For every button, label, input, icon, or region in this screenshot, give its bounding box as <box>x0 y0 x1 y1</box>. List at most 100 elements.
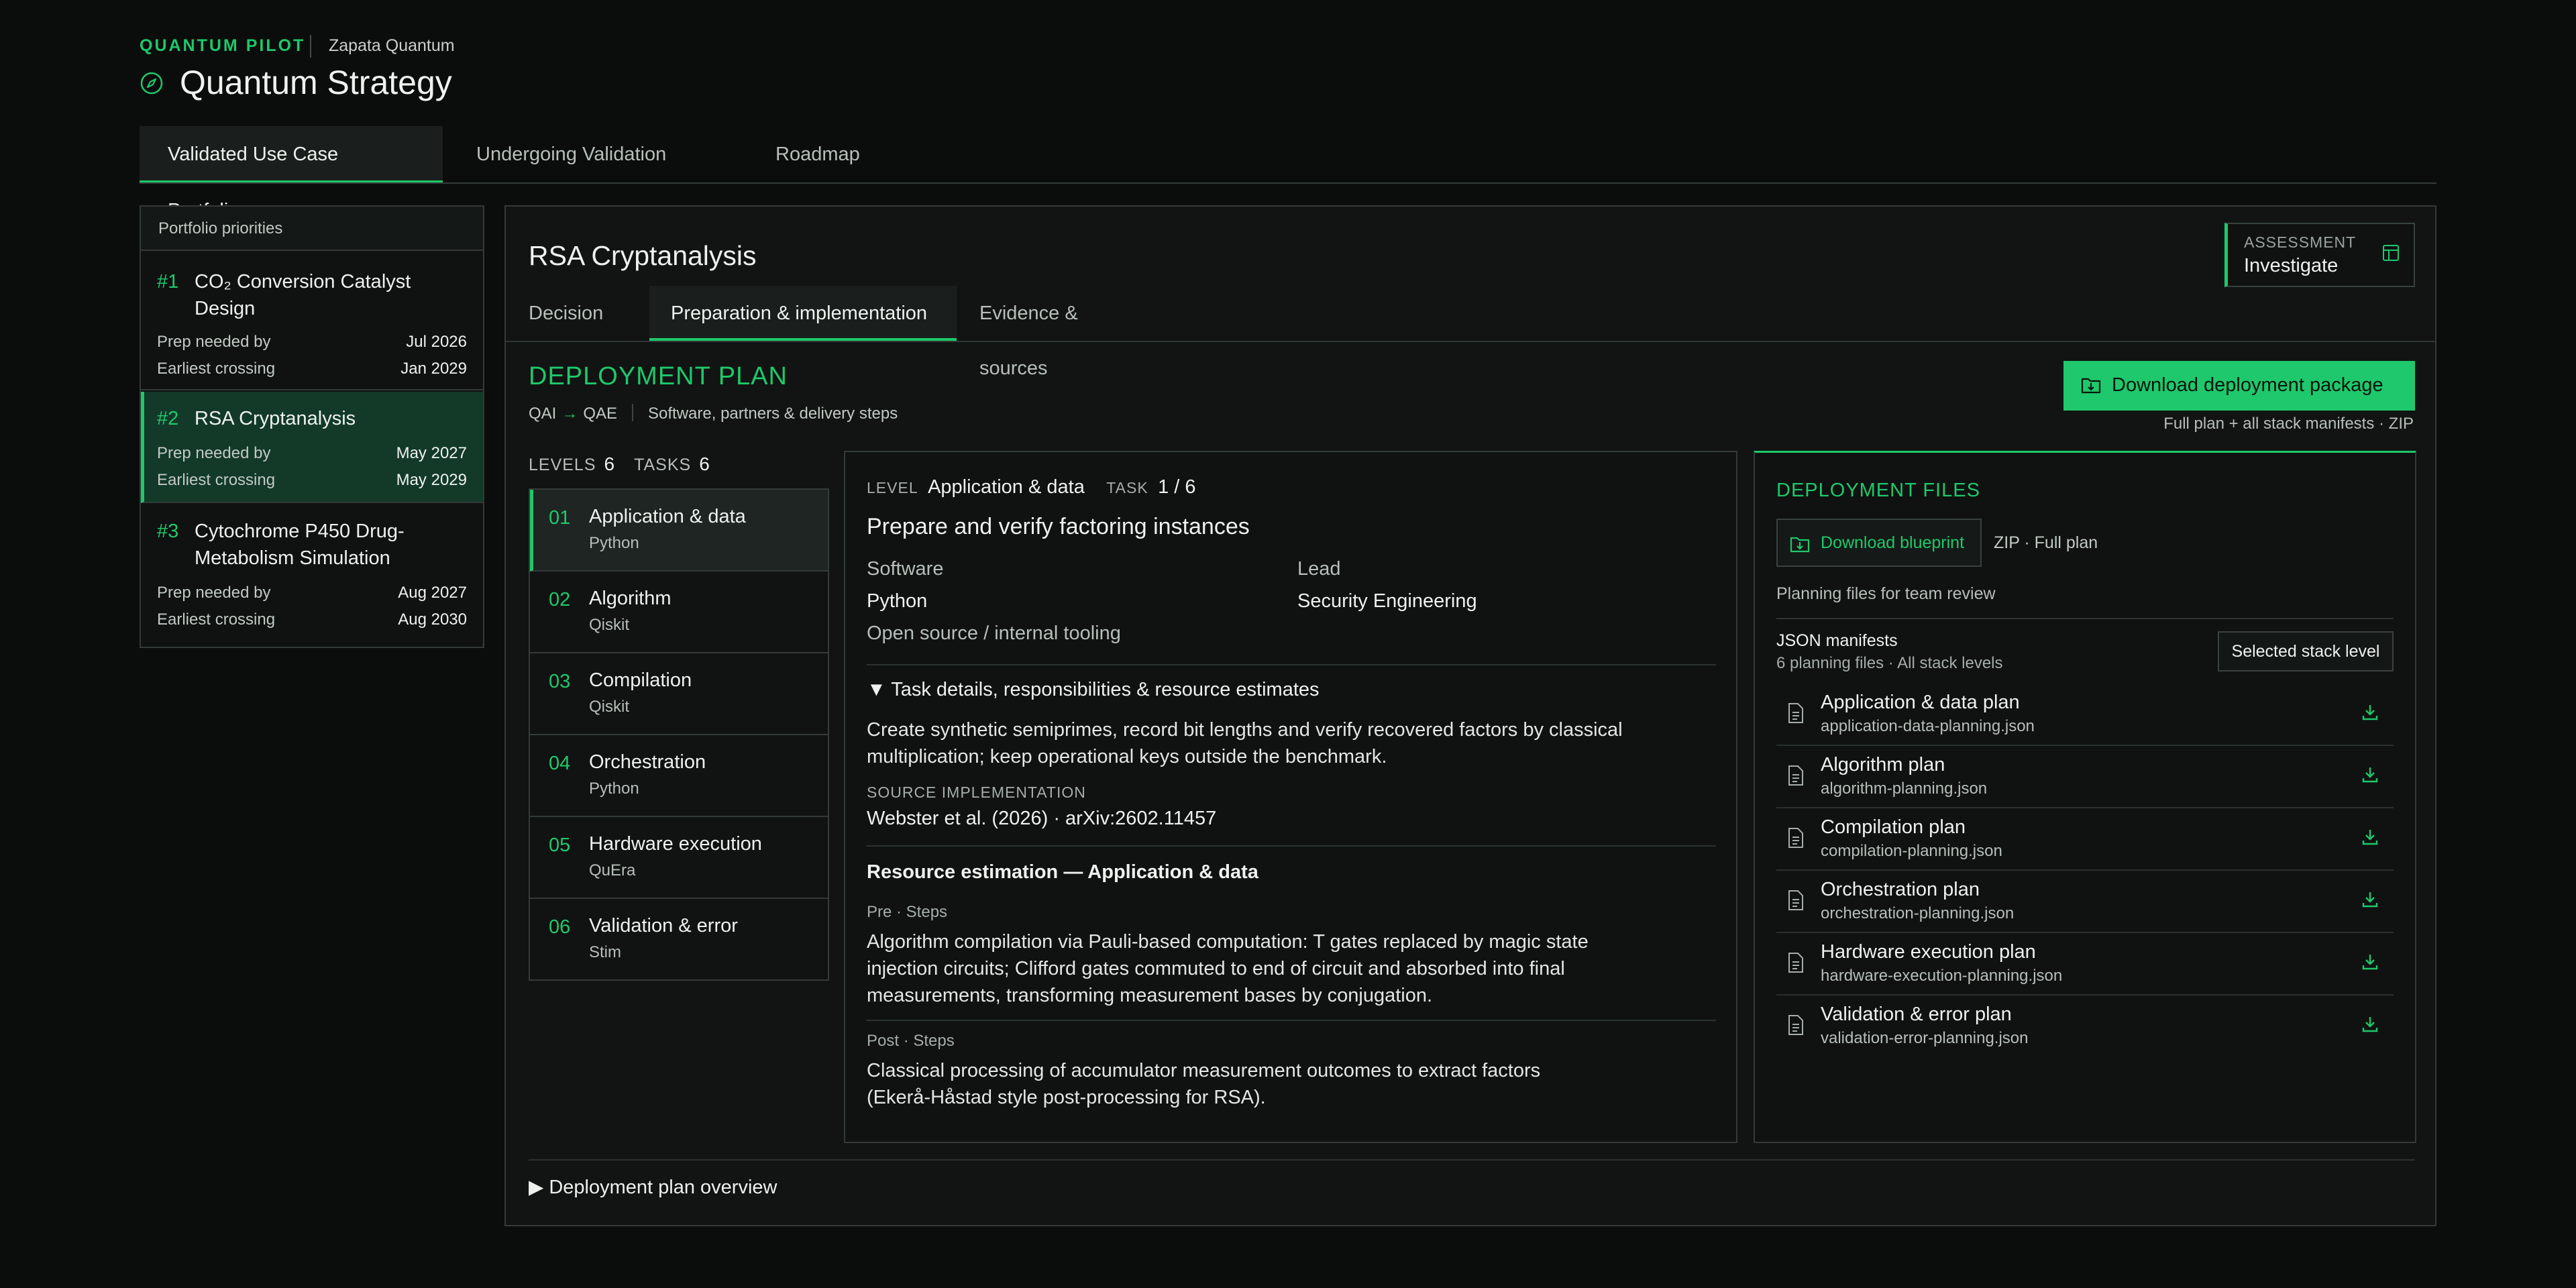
software-label: Software <box>867 558 944 580</box>
document-icon <box>1787 890 1805 911</box>
zip-note: ZIP · Full plan <box>1994 533 2098 552</box>
tab-preparation[interactable]: Preparation & implementation <box>649 286 957 341</box>
deployment-plan-title: DEPLOYMENT PLAN <box>529 362 788 390</box>
deployment-plan-subtitle: QAI → QAE Software, partners & delivery ste… <box>529 404 898 423</box>
priority-rank: #2 <box>157 408 179 429</box>
file-row[interactable]: Orchestration plan orchestration-plannin… <box>1776 871 2394 933</box>
level-number: 04 <box>549 753 571 774</box>
compass-icon <box>140 71 164 95</box>
level-title: Orchestration <box>589 751 706 773</box>
download-icon[interactable] <box>2360 890 2380 910</box>
file-name: application-data-planning.json <box>1821 717 2035 735</box>
download-icon[interactable] <box>2360 765 2380 785</box>
level-software: Qiskit <box>589 616 629 634</box>
sub-tabs: Decision Preparation & implementation Ev… <box>506 286 2435 379</box>
crossing-value: May 2029 <box>396 471 467 489</box>
file-title: Application & data plan <box>1821 692 2020 713</box>
divider <box>867 664 1716 665</box>
download-deployment-package-button[interactable]: Download deployment package <box>2063 361 2415 411</box>
level-value: Application & data <box>928 476 1085 498</box>
document-icon <box>1787 827 1805 849</box>
task-meta: LEVEL Application & data TASK 1 / 6 <box>867 476 1196 498</box>
tab-undergoing-validation[interactable]: Undergoing Validation <box>448 126 743 182</box>
priority-rank: #1 <box>157 271 179 292</box>
file-row[interactable]: Hardware execution plan hardware-executi… <box>1776 933 2394 996</box>
deployment-plan-overview-toggle[interactable]: ▶ Deployment plan overview <box>529 1175 777 1199</box>
level-item-orchestration[interactable]: 04 Orchestration Python <box>530 735 828 817</box>
prep-value: Jul 2026 <box>406 333 467 351</box>
tasks-count: 6 <box>699 453 710 474</box>
level-number: 05 <box>549 835 571 856</box>
file-name: compilation-planning.json <box>1821 842 2002 860</box>
tab-validated-portfolio[interactable]: Validated Use Case Portfolio <box>140 126 443 221</box>
level-list: 01 Application & data Python 02 Algorith… <box>529 488 829 981</box>
level-software: Python <box>589 780 639 798</box>
priority-rank: #3 <box>157 521 179 542</box>
portfolio-panel: Portfolio priorities #1 CO₂ Conversion C… <box>140 205 484 648</box>
document-icon <box>1787 702 1805 724</box>
document-icon <box>1787 1014 1805 1036</box>
priority-item-co2[interactable]: #1 CO₂ Conversion Catalyst Design Prep n… <box>141 252 483 390</box>
levels-count: 6 <box>604 453 616 474</box>
crossing-row: Earliest crossing Aug 2030 <box>157 610 467 629</box>
portfolio-header: Portfolio priorities <box>141 207 483 251</box>
level-item-application[interactable]: 01 Application & data Python <box>530 490 828 572</box>
level-item-algorithm[interactable]: 02 Algorithm Qiskit <box>530 572 828 653</box>
tab-roadmap[interactable]: Roadmap <box>747 126 902 182</box>
task-detail-panel: LEVEL Application & data TASK 1 / 6 Prep… <box>844 451 1737 1143</box>
file-row[interactable]: Validation & error plan validation-error… <box>1776 996 2394 1058</box>
org-name: Zapata Quantum <box>329 36 455 55</box>
page-title: Quantum Strategy <box>180 64 452 101</box>
folder-download-icon <box>2081 376 2101 394</box>
selected-stack-level-button[interactable]: Selected stack level <box>2218 631 2394 672</box>
use-case-title: RSA Cryptanalysis <box>529 240 757 271</box>
post-steps-label: Post · Steps <box>867 1032 955 1050</box>
file-name: algorithm-planning.json <box>1821 780 1988 798</box>
priority-item-rsa[interactable]: #2 RSA Cryptanalysis Prep needed by May 2… <box>141 392 483 503</box>
file-row[interactable]: Algorithm plan algorithm-planning.json <box>1776 746 2394 808</box>
level-title: Application & data <box>589 506 746 527</box>
crossing-row: Earliest crossing May 2029 <box>157 471 467 490</box>
main-tabs: Validated Use Case Portfolio Undergoing … <box>140 126 2436 221</box>
tab-evidence[interactable]: Evidence & sources <box>958 286 1159 379</box>
level-item-validation[interactable]: 06 Validation & error Stim <box>530 899 828 981</box>
brand-label: QUANTUM PILOT <box>140 36 306 55</box>
download-icon[interactable] <box>2360 827 2380 847</box>
tasks-label: TASKS <box>634 455 692 474</box>
divider <box>1776 618 2394 619</box>
crossing-label: Earliest crossing <box>157 610 276 629</box>
crossing-value: Jan 2029 <box>400 360 467 378</box>
level-number: 03 <box>549 671 571 692</box>
level-number: 06 <box>549 916 571 938</box>
level-title: Compilation <box>589 669 692 691</box>
file-title: Orchestration plan <box>1821 879 1980 900</box>
level-title: Algorithm <box>589 588 672 609</box>
file-row[interactable]: Compilation plan compilation-planning.js… <box>1776 808 2394 871</box>
level-software: Python <box>589 534 639 552</box>
download-icon[interactable] <box>2360 952 2380 972</box>
crossing-label: Earliest crossing <box>157 471 276 489</box>
plan-from: QAI <box>529 405 557 423</box>
prep-value: May 2027 <box>396 444 467 462</box>
download-icon[interactable] <box>2360 1014 2380 1034</box>
level-title: Hardware execution <box>589 833 762 855</box>
crossing-row: Earliest crossing Jan 2029 <box>157 360 467 378</box>
prep-row: Prep needed by Aug 2027 <box>157 584 467 602</box>
task-details-toggle[interactable]: ▼ Task details, responsibilities & resou… <box>867 679 1320 701</box>
assessment-badge[interactable]: ASSESSMENT Investigate <box>2224 223 2415 287</box>
levels-summary: LEVELS 6 TASKS 6 <box>529 453 729 475</box>
download-icon[interactable] <box>2360 702 2380 722</box>
level-item-compilation[interactable]: 03 Compilation Qiskit <box>530 653 828 735</box>
arrow-right-icon: → <box>561 405 578 423</box>
download-blueprint-button[interactable]: Download blueprint <box>1776 519 1982 567</box>
file-title: Hardware execution plan <box>1821 941 2036 963</box>
document-icon <box>1787 952 1805 973</box>
file-row[interactable]: Application & data plan application-data… <box>1776 684 2394 746</box>
task-label: TASK <box>1106 479 1148 496</box>
task-details-text: Create synthetic semiprimes, record bit … <box>867 719 1623 767</box>
level-item-hardware[interactable]: 05 Hardware execution QuEra <box>530 817 828 899</box>
json-manifests-subtitle: 6 planning files · All stack levels <box>1776 654 2003 672</box>
lead-value: Security Engineering <box>1297 590 1477 612</box>
tab-decision[interactable]: Decision <box>507 286 629 341</box>
priority-item-p450[interactable]: #3 Cytochrome P450 Drug-Metabolism Simul… <box>141 504 483 645</box>
